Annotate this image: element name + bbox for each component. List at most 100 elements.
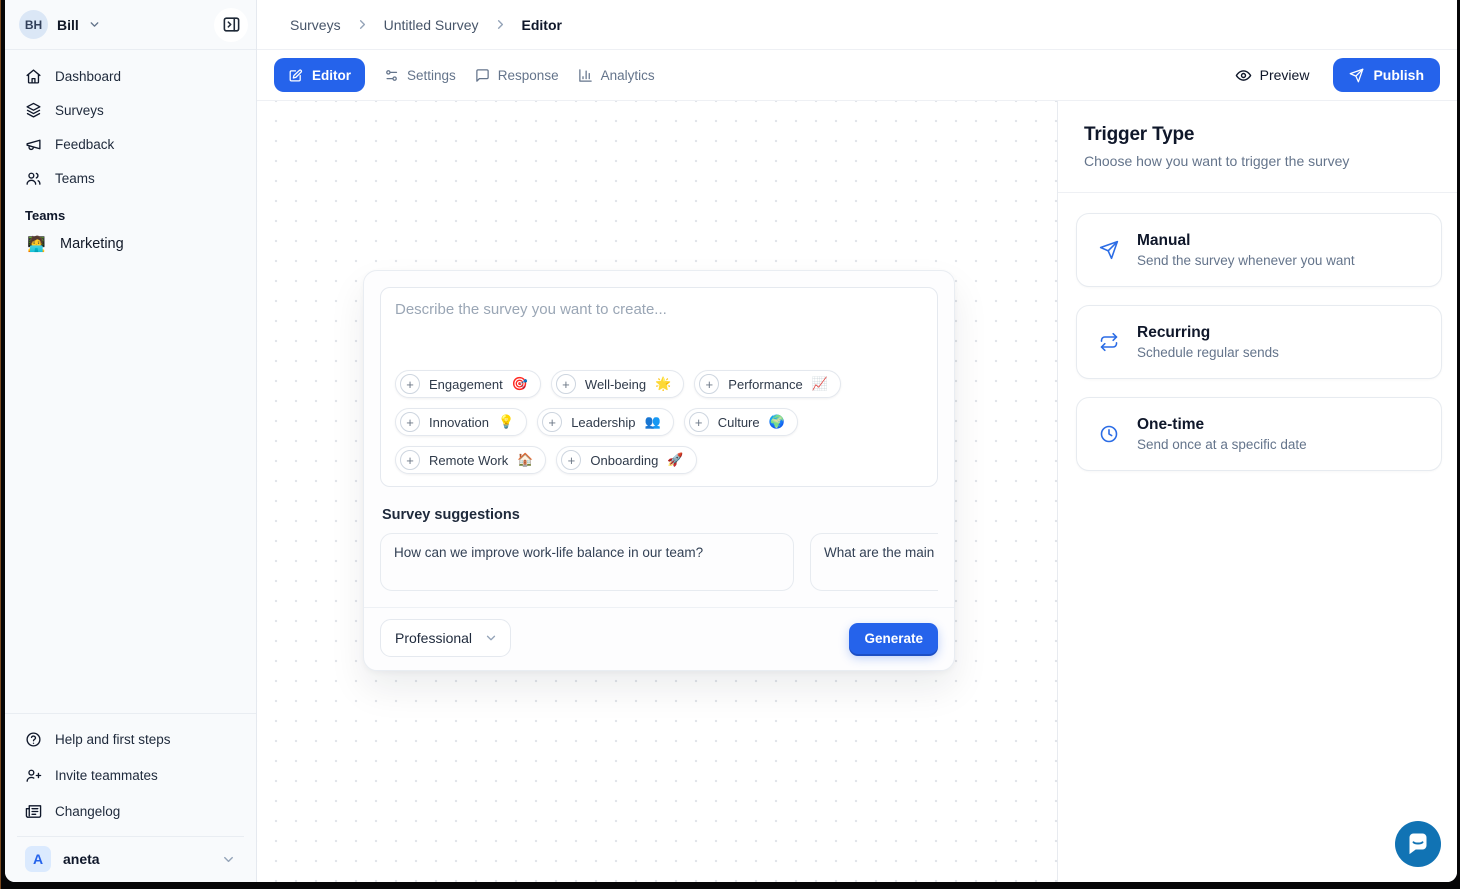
account-menu[interactable]: A aneta xyxy=(17,836,244,875)
preview-button[interactable]: Preview xyxy=(1235,67,1310,84)
chevron-down-icon xyxy=(484,631,498,645)
trigger-options: Manual Send the survey whenever you want… xyxy=(1058,193,1457,471)
toolbar-actions: Preview Publish xyxy=(1235,58,1440,92)
trigger-option-recurring[interactable]: Recurring Schedule regular sends xyxy=(1076,305,1442,379)
toolbar-tabs: Editor Settings Response Analytics xyxy=(274,58,655,92)
panel-right-icon xyxy=(222,15,241,34)
topic-chip-performance[interactable]: +Performance📈 xyxy=(694,370,841,398)
chevron-down-icon xyxy=(88,18,101,31)
window-edge xyxy=(0,0,1,889)
sidebar-item-marketing[interactable]: 🧑‍💻 Marketing xyxy=(17,228,244,259)
tab-label: Response xyxy=(498,68,559,83)
trigger-type-panel: Trigger Type Choose how you want to trig… xyxy=(1057,101,1457,882)
tab-analytics[interactable]: Analytics xyxy=(578,68,655,83)
tone-select[interactable]: Professional xyxy=(380,619,511,657)
preview-label: Preview xyxy=(1260,67,1310,83)
breadcrumb-editor: Editor xyxy=(522,17,562,33)
team-name: Marketing xyxy=(60,236,124,252)
clock-icon xyxy=(1099,424,1119,444)
suggestion-card[interactable]: How can we improve work-life balance in … xyxy=(380,533,794,591)
sidebar-item-help[interactable]: Help and first steps xyxy=(17,721,244,757)
topic-label: Onboarding xyxy=(590,453,658,468)
chart-emoji-icon: 📈 xyxy=(812,376,828,392)
topic-label: Leadership xyxy=(571,415,635,430)
tone-value: Professional xyxy=(395,630,472,646)
prompt-placeholder: Describe the survey you want to create..… xyxy=(395,301,923,318)
sidebar-collapse-button[interactable] xyxy=(214,8,248,42)
editor-canvas[interactable]: Describe the survey you want to create..… xyxy=(257,101,1057,882)
eye-icon xyxy=(1235,67,1252,84)
toolbar: Editor Settings Response Analytics xyxy=(257,50,1457,101)
sidebar-item-surveys[interactable]: Surveys xyxy=(17,93,244,127)
sidebar: BH Bill Dashboard Surveys Feedback xyxy=(5,0,257,882)
sidebar-nav: Dashboard Surveys Feedback Teams Teams 🧑… xyxy=(5,50,256,259)
technologist-emoji-icon: 🧑‍💻 xyxy=(27,235,47,253)
chevron-down-icon xyxy=(221,852,236,867)
chevron-right-icon xyxy=(493,17,508,32)
sidebar-footer: Help and first steps Invite teammates Ch… xyxy=(5,713,256,882)
chat-bubble-icon xyxy=(475,68,490,83)
bulb-emoji-icon: 💡 xyxy=(498,414,514,430)
tab-response[interactable]: Response xyxy=(475,68,559,83)
topic-chip-onboarding[interactable]: + Onboarding 🚀 xyxy=(556,446,696,474)
suggestion-card[interactable]: What are the main ob xyxy=(810,533,938,591)
topic-chip-innovation[interactable]: +Innovation💡 xyxy=(395,408,527,436)
breadcrumb-surveys[interactable]: Surveys xyxy=(290,17,341,33)
generate-button[interactable]: Generate xyxy=(849,623,938,654)
users-icon xyxy=(25,170,42,187)
help-circle-icon xyxy=(25,731,42,748)
survey-prompt-input[interactable]: Describe the survey you want to create..… xyxy=(380,287,938,487)
rocket-emoji-icon: 🚀 xyxy=(667,452,683,468)
plus-icon: + xyxy=(556,374,576,394)
dart-emoji-icon: 🎯 xyxy=(512,376,528,392)
publish-button[interactable]: Publish xyxy=(1333,58,1440,92)
glowing-star-emoji-icon: 🌟 xyxy=(655,376,671,392)
user-plus-icon xyxy=(25,767,42,784)
trigger-option-manual[interactable]: Manual Send the survey whenever you want xyxy=(1076,213,1442,287)
account-avatar: A xyxy=(25,846,51,872)
workspace-switcher[interactable]: BH Bill xyxy=(19,10,101,39)
pencil-square-icon xyxy=(288,68,303,83)
footer-item-label: Invite teammates xyxy=(55,768,158,783)
workspace-name: Bill xyxy=(57,17,79,33)
sidebar-item-teams[interactable]: Teams xyxy=(17,161,244,195)
plus-icon: + xyxy=(400,450,420,470)
content-area: Describe the survey you want to create..… xyxy=(257,101,1457,882)
sidebar-item-invite[interactable]: Invite teammates xyxy=(17,757,244,793)
topic-chip-engagement[interactable]: +Engagement🎯 xyxy=(395,370,541,398)
trigger-option-one-time[interactable]: One-time Send once at a specific date xyxy=(1076,397,1442,471)
option-desc: Schedule regular sends xyxy=(1137,345,1279,360)
suggestions-row: How can we improve work-life balance in … xyxy=(380,533,938,591)
topic-chip-well-being[interactable]: +Well-being🌟 xyxy=(551,370,684,398)
plus-icon: + xyxy=(689,412,709,432)
footer-item-label: Help and first steps xyxy=(55,732,171,747)
sidebar-item-changelog[interactable]: Changelog xyxy=(17,793,244,829)
tab-editor[interactable]: Editor xyxy=(274,58,365,92)
sidebar-item-feedback[interactable]: Feedback xyxy=(17,127,244,161)
plus-icon: + xyxy=(400,374,420,394)
repeat-icon xyxy=(1099,332,1119,352)
trigger-panel-header: Trigger Type Choose how you want to trig… xyxy=(1058,101,1457,193)
send-icon xyxy=(1349,68,1364,83)
sidebar-item-dashboard[interactable]: Dashboard xyxy=(17,59,244,93)
chevron-right-icon xyxy=(355,17,370,32)
send-icon xyxy=(1099,240,1119,260)
workspace-avatar: BH xyxy=(19,10,48,39)
topic-chip-leadership[interactable]: +Leadership👥 xyxy=(537,408,674,436)
sidebar-item-label: Feedback xyxy=(55,137,114,152)
account-name: aneta xyxy=(63,851,100,867)
option-desc: Send the survey whenever you want xyxy=(1137,253,1355,268)
chat-launcher-button[interactable] xyxy=(1395,821,1441,867)
footer-item-label: Changelog xyxy=(55,804,120,819)
topic-chip-remote-work[interactable]: +Remote Work🏠 xyxy=(395,446,546,474)
app-window: BH Bill Dashboard Surveys Feedback xyxy=(5,0,1457,882)
plus-icon: + xyxy=(561,450,581,470)
topic-label: Remote Work xyxy=(429,453,508,468)
sidebar-item-label: Teams xyxy=(55,171,95,186)
topic-label: Culture xyxy=(718,415,760,430)
topic-chip-culture[interactable]: +Culture🌍 xyxy=(684,408,798,436)
composer-body: Describe the survey you want to create..… xyxy=(364,271,954,591)
tab-settings[interactable]: Settings xyxy=(384,68,456,83)
topic-label: Innovation xyxy=(429,415,489,430)
breadcrumb-untitled-survey[interactable]: Untitled Survey xyxy=(384,17,479,33)
